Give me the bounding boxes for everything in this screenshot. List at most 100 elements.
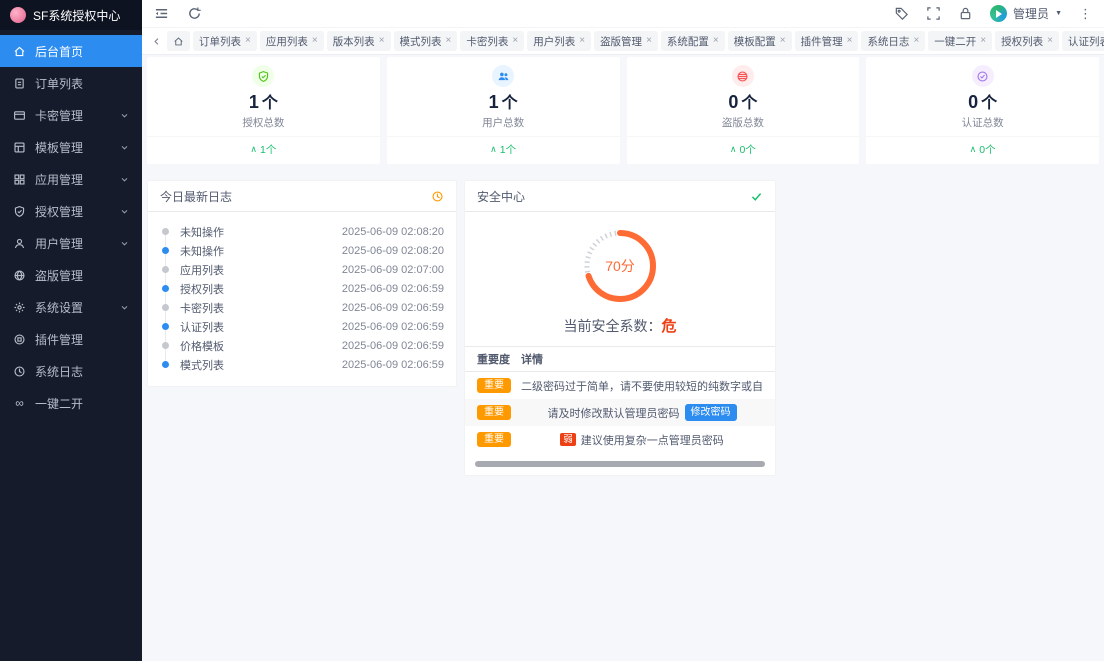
log-panel: 今日最新日志 未知操作2025-06-09 02:08:20 未知操作2025-…: [147, 180, 457, 387]
tab-mode-list[interactable]: 模式列表×: [394, 31, 458, 51]
close-icon[interactable]: ×: [579, 36, 585, 46]
security-table-row: 重要 请及时修改默认管理员密码 修改密码: [465, 399, 775, 426]
close-icon[interactable]: ×: [245, 36, 251, 46]
chevron-down-icon: [120, 239, 129, 248]
stat-card-licenses: 1个 授权总数 ∧1个: [147, 57, 380, 164]
timeline-dot: [162, 304, 169, 311]
sidebar-item-licenses[interactable]: 授权管理: [0, 195, 142, 227]
refresh-icon[interactable]: [187, 6, 202, 21]
horizontal-scrollbar[interactable]: [475, 461, 765, 467]
tab-auth-list[interactable]: 认证列表×: [1062, 31, 1104, 51]
tab-order-list[interactable]: 订单列表×: [193, 31, 257, 51]
tag-icon[interactable]: [894, 6, 909, 21]
tab-version-list[interactable]: 版本列表×: [327, 31, 391, 51]
tab-license-list[interactable]: 授权列表×: [995, 31, 1059, 51]
security-detail: 建议使用复杂一点管理员密码: [581, 432, 724, 448]
tab-cardkey-list[interactable]: 卡密列表×: [460, 31, 524, 51]
tab-plugin-mgmt[interactable]: 插件管理×: [795, 31, 859, 51]
sidebar-item-applications[interactable]: 应用管理: [0, 163, 142, 195]
security-panel: 安全中心 70分 当前安全系数：危 重要度: [464, 180, 776, 476]
tab-app-list[interactable]: 应用列表×: [260, 31, 324, 51]
sidebar-item-secondary-dev[interactable]: ∞ 一键二开: [0, 387, 142, 419]
close-icon[interactable]: ×: [446, 36, 452, 46]
sidebar-item-templates[interactable]: 模板管理: [0, 131, 142, 163]
sidebar-item-plugins[interactable]: 插件管理: [0, 323, 142, 355]
security-table-row: 重要 弱 建议使用复杂一点管理员密码: [465, 426, 775, 453]
close-icon[interactable]: ×: [646, 36, 652, 46]
stat-label: 盗版总数: [627, 115, 860, 130]
sidebar-item-label: 模板管理: [35, 139, 83, 156]
stat-card-piracy: 0个 盗版总数 ∧0个: [627, 57, 860, 164]
fullscreen-icon[interactable]: [926, 6, 941, 21]
stat-value: 0个: [866, 92, 1099, 114]
sidebar-item-label: 一键二开: [35, 395, 83, 412]
collapse-menu-icon[interactable]: [154, 6, 169, 21]
app-logo: [10, 7, 26, 23]
sidebar-item-dashboard[interactable]: 后台首页: [0, 35, 142, 67]
log-timeline: 未知操作2025-06-09 02:08:20 未知操作2025-06-09 0…: [148, 212, 456, 386]
tab-secondary-dev[interactable]: 一键二开×: [928, 31, 992, 51]
trend-up-icon: ∧: [970, 145, 977, 154]
chevron-down-icon: [120, 143, 129, 152]
infinity-icon: ∞: [13, 396, 26, 410]
log-item: 授权列表2025-06-09 02:06:59: [160, 279, 444, 298]
trend-up-icon: ∧: [730, 145, 737, 154]
card-icon: [13, 109, 26, 122]
sidebar-item-users[interactable]: 用户管理: [0, 227, 142, 259]
topbar-right: 管理员 ▼ ⋮: [894, 5, 1092, 22]
stat-label: 授权总数: [147, 115, 380, 130]
stat-value: 1个: [147, 92, 380, 114]
close-icon[interactable]: ×: [713, 36, 719, 46]
stat-value: 1个: [387, 92, 620, 114]
order-icon: [13, 77, 26, 90]
tab-template-config[interactable]: 模板配置×: [728, 31, 792, 51]
chevron-down-icon: [120, 207, 129, 216]
sidebar-item-label: 应用管理: [35, 171, 83, 188]
lock-icon[interactable]: [958, 6, 973, 21]
tab-piracy-mgmt[interactable]: 盗版管理×: [594, 31, 658, 51]
sidebar-item-label: 系统设置: [35, 299, 83, 316]
importance-badge: 重要: [477, 378, 511, 393]
log-item: 未知操作2025-06-09 02:08:20: [160, 241, 444, 260]
security-panel-title: 安全中心: [477, 188, 525, 205]
close-icon[interactable]: ×: [512, 36, 518, 46]
log-item: 模式列表2025-06-09 02:06:59: [160, 355, 444, 374]
trend-up-icon: ∧: [490, 145, 497, 154]
app-title: SF系统授权中心: [33, 7, 120, 24]
trend-up-icon: ∧: [250, 145, 257, 154]
tabs-scroll-left[interactable]: [148, 32, 164, 50]
sidebar-item-logs[interactable]: 系统日志: [0, 355, 142, 387]
kebab-icon[interactable]: ⋮: [1079, 6, 1092, 22]
sidebar-item-orders[interactable]: 订单列表: [0, 67, 142, 99]
close-icon[interactable]: ×: [780, 36, 786, 46]
weak-tag: 弱: [560, 433, 576, 446]
stat-trend: ∧0个: [627, 136, 860, 164]
sidebar-item-piracy[interactable]: 盗版管理: [0, 259, 142, 291]
sidebar-item-card-keys[interactable]: 卡密管理: [0, 99, 142, 131]
close-icon[interactable]: ×: [913, 36, 919, 46]
security-detail: 二级密码过于简单，请不要使用较短的纯数字或自己的QQ号当做密: [521, 378, 763, 394]
tab-system-log[interactable]: 系统日志×: [861, 31, 925, 51]
close-icon[interactable]: ×: [847, 36, 853, 46]
tab-system-config[interactable]: 系统配置×: [661, 31, 725, 51]
shield-icon: [13, 205, 26, 218]
close-icon[interactable]: ×: [312, 36, 318, 46]
sidebar-item-label: 系统日志: [35, 363, 83, 380]
importance-badge: 重要: [477, 405, 511, 420]
sidebar-item-label: 盗版管理: [35, 267, 83, 284]
tab-home[interactable]: [167, 31, 190, 51]
tab-user-list[interactable]: 用户列表×: [527, 31, 591, 51]
tabbar: 订单列表× 应用列表× 版本列表× 模式列表× 卡密列表× 用户列表× 盗版管理…: [142, 28, 1104, 55]
timeline-dot: [162, 285, 169, 292]
stat-card-auth: 0个 认证总数 ∧0个: [866, 57, 1099, 164]
change-password-button[interactable]: 修改密码: [685, 404, 737, 421]
sidebar-item-settings[interactable]: 系统设置: [0, 291, 142, 323]
plugin-icon: [13, 333, 26, 346]
sidebar-item-label: 卡密管理: [35, 107, 83, 124]
security-detail: 请及时修改默认管理员密码: [548, 405, 680, 421]
user-menu[interactable]: 管理员 ▼: [990, 5, 1062, 22]
close-icon[interactable]: ×: [980, 36, 986, 46]
close-icon[interactable]: ×: [1047, 36, 1053, 46]
security-panel-header: 安全中心: [465, 181, 775, 212]
close-icon[interactable]: ×: [379, 36, 385, 46]
